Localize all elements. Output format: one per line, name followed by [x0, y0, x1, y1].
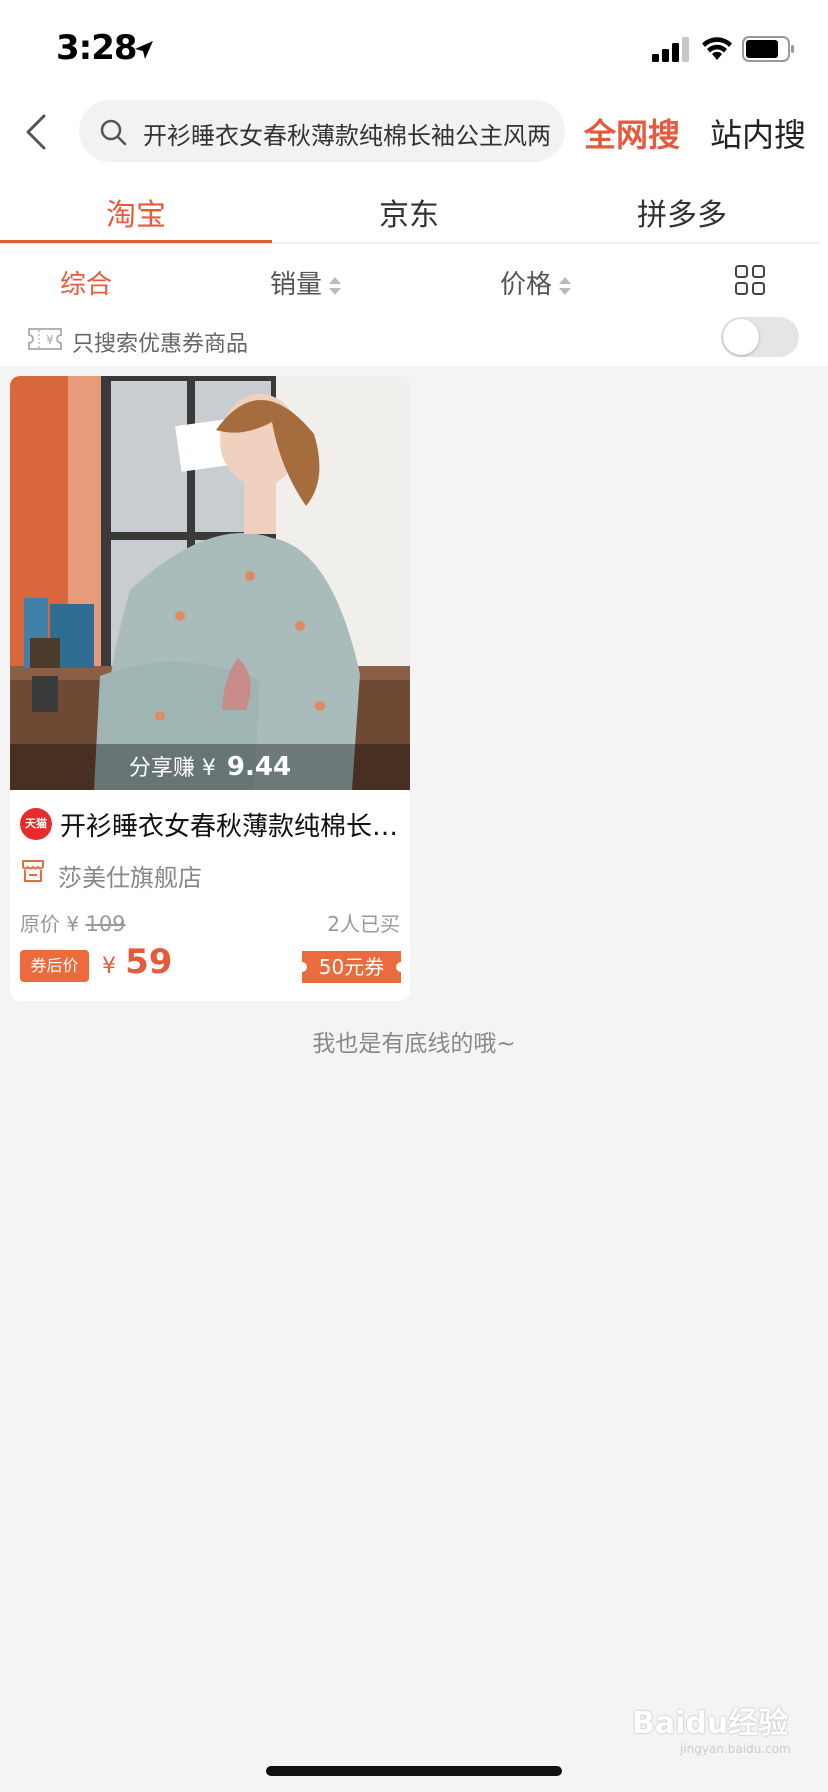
- store-icon: [22, 860, 44, 882]
- grid-layout-icon[interactable]: [734, 264, 766, 296]
- coupon-ticket-icon: ¥: [28, 328, 62, 350]
- sort-price[interactable]: 价格: [500, 264, 572, 301]
- original-price: 原价 ¥ 109: [20, 908, 126, 937]
- location-arrow-icon: [135, 41, 153, 59]
- sort-price-label: 价格: [500, 270, 553, 300]
- final-price-yen: ¥: [102, 954, 116, 979]
- final-price: ¥ 59: [102, 942, 172, 982]
- share-earn-amount: 9.44: [226, 752, 292, 782]
- all-web-search-button[interactable]: 全网搜: [584, 110, 680, 156]
- original-price-value: 109: [85, 912, 126, 936]
- search-input[interactable]: 开衫睡衣女春秋薄款纯棉长袖公主风两: [79, 100, 565, 162]
- share-earn-label: 分享赚: [128, 756, 195, 781]
- product-card[interactable]: 分享赚 ¥ 9.44 天猫 开衫睡衣女春秋薄款纯棉长袖公主风两件套 莎美仕旗舰店…: [10, 376, 410, 1001]
- status-time: 3:28: [56, 28, 138, 68]
- active-tab-indicator: [0, 240, 272, 243]
- after-coupon-label: 券后价: [20, 950, 89, 982]
- share-earn-bar[interactable]: 分享赚 ¥ 9.44: [10, 744, 410, 790]
- toggle-knob: [723, 319, 759, 355]
- status-bar: 3:28: [0, 0, 828, 100]
- battery-icon: [742, 36, 794, 62]
- watermark-url: jingyan.baidu.com: [680, 1742, 791, 1756]
- coupon-filter-label: 只搜索优惠券商品: [72, 332, 249, 357]
- tab-pinduoduo[interactable]: 拼多多: [602, 190, 762, 234]
- original-price-yen: ¥: [66, 912, 80, 936]
- product-title[interactable]: 开衫睡衣女春秋薄款纯棉长袖公主风两件套: [60, 806, 405, 843]
- sort-sales[interactable]: 销量: [270, 264, 342, 301]
- tab-jd[interactable]: 京东: [329, 190, 489, 234]
- store-name[interactable]: 莎美仕旗舰店: [58, 858, 202, 893]
- share-yen: ¥: [201, 756, 216, 781]
- search-icon: [100, 119, 127, 146]
- original-price-label: 原价: [20, 912, 60, 936]
- search-query-text[interactable]: 开衫睡衣女春秋薄款纯棉长袖公主风两: [143, 116, 553, 151]
- sort-arrows-icon: [329, 276, 342, 295]
- in-site-search-button[interactable]: 站内搜: [710, 110, 806, 156]
- sold-count: 2人已买: [327, 912, 400, 936]
- final-price-value: 59: [125, 942, 173, 982]
- back-arrow-icon[interactable]: [20, 112, 52, 152]
- coupon-only-toggle[interactable]: [721, 317, 799, 357]
- sort-sales-label: 销量: [270, 270, 323, 300]
- tab-taobao[interactable]: 淘宝: [56, 190, 216, 234]
- coupon-tag[interactable]: 50元券: [297, 951, 406, 983]
- svg-text:¥: ¥: [46, 333, 54, 347]
- cellular-signal-icon: [652, 37, 689, 62]
- sort-arrows-icon: [559, 276, 572, 295]
- end-of-list-text: 我也是有底线的哦~: [312, 1031, 516, 1057]
- home-indicator[interactable]: [266, 1766, 562, 1776]
- product-image[interactable]: [10, 376, 410, 790]
- sort-comprehensive[interactable]: 综合: [60, 264, 112, 301]
- tmall-badge-icon: 天猫: [20, 808, 52, 840]
- watermark-logo: Baidu经验: [632, 1706, 789, 1741]
- wifi-icon: [702, 37, 732, 60]
